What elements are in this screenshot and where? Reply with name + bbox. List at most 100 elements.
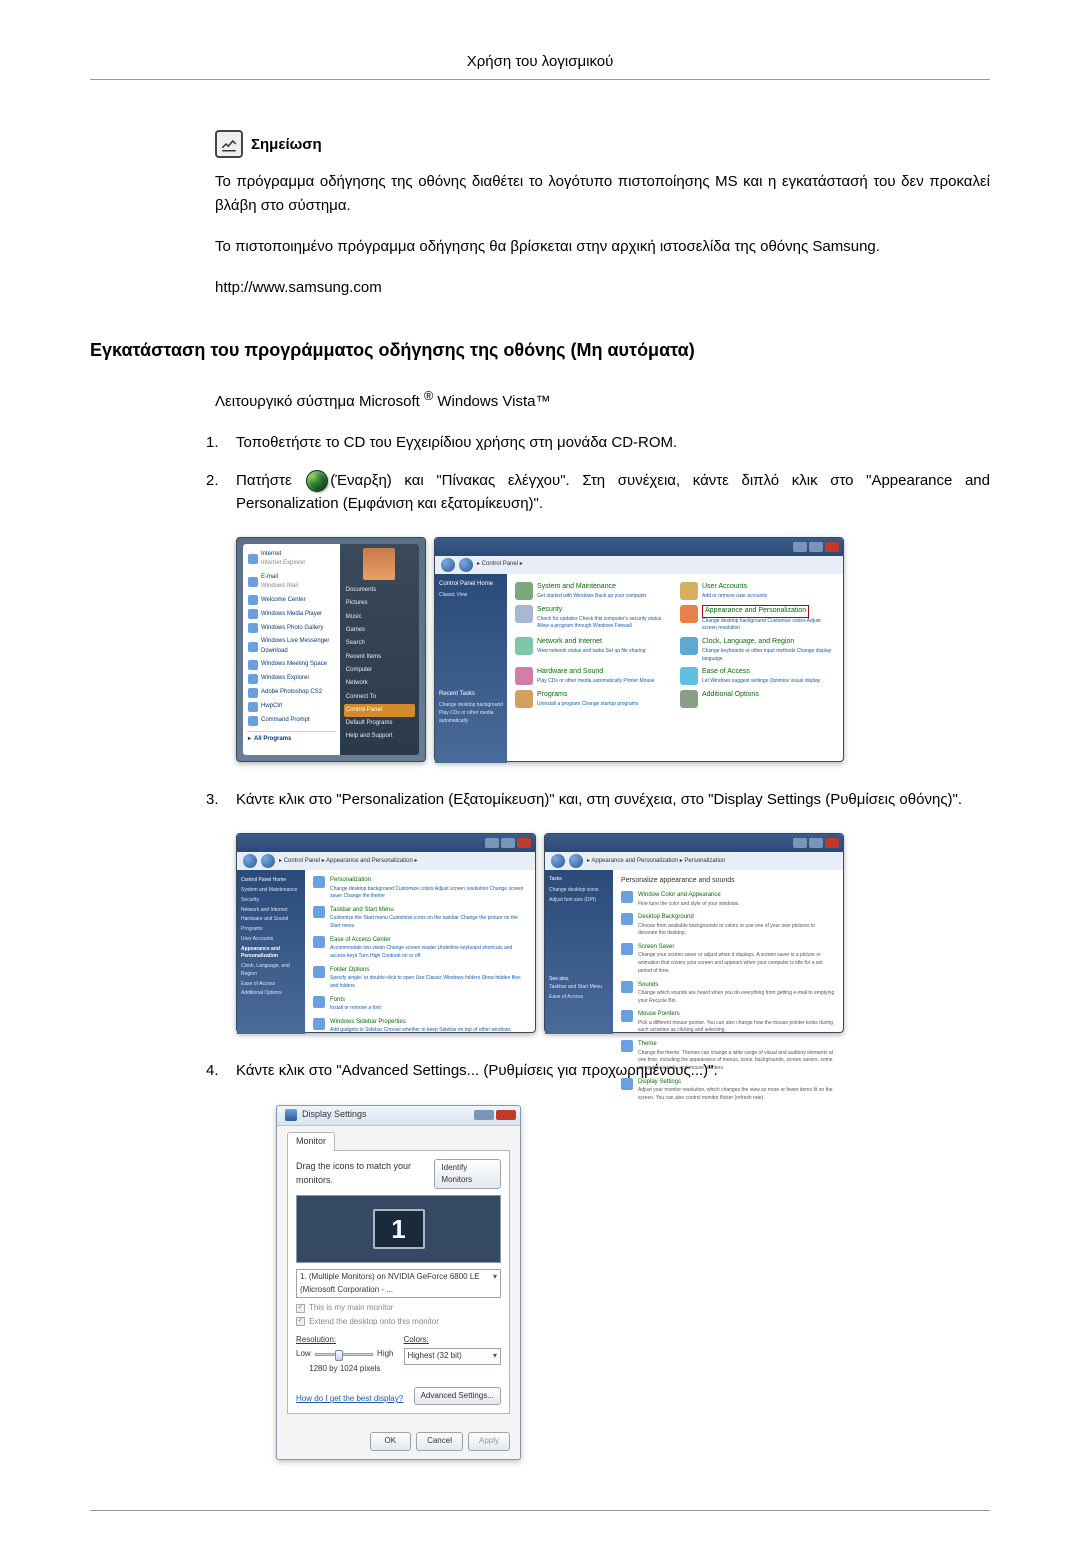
start-menu-right-item[interactable]: Documents	[344, 584, 415, 597]
see-also-link[interactable]: Taskbar and Start Menu	[549, 983, 609, 993]
start-menu-right-item[interactable]: Connect To	[344, 691, 415, 704]
forward-icon[interactable]	[261, 854, 275, 868]
close-button[interactable]	[517, 838, 531, 848]
start-menu-item[interactable]: Windows Meeting Space	[247, 658, 336, 672]
sidebar-link[interactable]: System and Maintenance	[241, 886, 301, 896]
sidebar-link[interactable]: User Accounts	[241, 935, 301, 945]
help-link[interactable]: How do I get the best display?	[296, 1393, 403, 1405]
start-menu-right-item[interactable]: Search	[344, 637, 415, 650]
start-menu-item[interactable]: Command Prompt	[247, 714, 336, 728]
resolution-slider[interactable]: Low High	[296, 1348, 394, 1360]
personalize-item[interactable]: Window Color and AppearanceFine tune the…	[621, 891, 835, 908]
address-bar[interactable]: ▸ Control Panel ▸ Appearance and Persona…	[237, 852, 535, 870]
sidebar-link[interactable]: Programs	[241, 925, 301, 935]
start-menu-item[interactable]: E-mailWindows Mail	[247, 571, 336, 594]
forward-icon[interactable]	[569, 854, 583, 868]
task-link[interactable]: Adjust font size (DPI)	[549, 896, 609, 906]
cp-category[interactable]: Network and InternetView network status …	[515, 637, 670, 663]
sidebar-link[interactable]: Ease of Access	[241, 980, 301, 990]
pers-category[interactable]: Ease of Access CenterAccommodate low vis…	[313, 936, 527, 961]
maximize-button[interactable]	[501, 838, 515, 848]
monitor-icon[interactable]: 1	[373, 1209, 425, 1249]
cp-category[interactable]: Hardware and SoundPlay CDs or other medi…	[515, 667, 670, 686]
start-menu-item[interactable]: Windows Media Player	[247, 607, 336, 621]
sidebar-link[interactable]: Control Panel Home	[241, 876, 301, 886]
personalize-item[interactable]: Mouse PointersPick a different mouse poi…	[621, 1010, 835, 1035]
category-icon	[313, 906, 325, 918]
recent-task-link[interactable]: Play CDs or other media automatically	[439, 710, 503, 726]
advanced-settings-button[interactable]: Advanced Settings...	[414, 1387, 501, 1405]
close-button[interactable]	[496, 1110, 516, 1120]
sidebar-link[interactable]: Additional Options	[241, 989, 301, 999]
slider-thumb[interactable]	[335, 1350, 343, 1361]
apply-button[interactable]: Apply	[468, 1432, 510, 1450]
monitor-select[interactable]: 1. (Multiple Monitors) on NVIDIA GeForce…	[296, 1269, 501, 1298]
maximize-button[interactable]	[809, 542, 823, 552]
personalize-item[interactable]: Desktop BackgroundChoose from available …	[621, 913, 835, 938]
note-heading-row: Σημείωση	[215, 130, 990, 158]
cp-category[interactable]: SecurityCheck for updates Check this com…	[515, 605, 670, 633]
minimize-button[interactable]	[485, 838, 499, 848]
forward-icon[interactable]	[459, 558, 473, 572]
back-icon[interactable]	[551, 854, 565, 868]
pers-category[interactable]: FontsInstall or remove a font	[313, 996, 527, 1013]
back-icon[interactable]	[441, 558, 455, 572]
cp-category[interactable]: Ease of AccessLet Windows suggest settin…	[680, 667, 835, 686]
sidebar-link[interactable]: Network and Internet	[241, 906, 301, 916]
minimize-button[interactable]	[793, 542, 807, 552]
sidebar-link[interactable]: Security	[241, 896, 301, 906]
step-3-num: 3.	[206, 788, 236, 811]
start-menu-item[interactable]: Adobe Photoshop CS2	[247, 686, 336, 700]
cp-category[interactable]: Clock, Language, and RegionChange keyboa…	[680, 637, 835, 663]
pers-category[interactable]: Taskbar and Start MenuCustomize the Star…	[313, 906, 527, 931]
back-icon[interactable]	[243, 854, 257, 868]
sidebar-link[interactable]: Clock, Language, and Region	[241, 962, 301, 980]
minimize-button[interactable]	[474, 1110, 494, 1120]
see-also-link[interactable]: Ease of Access	[549, 993, 609, 1003]
cancel-button[interactable]: Cancel	[416, 1432, 463, 1450]
sidebar-link[interactable]: Appearance and Personalization	[241, 945, 301, 963]
monitor-tab[interactable]: Monitor	[287, 1132, 335, 1151]
colors-select[interactable]: Highest (32 bit)	[404, 1348, 502, 1364]
classic-view-link[interactable]: Classic View	[439, 592, 503, 600]
category-icon	[680, 690, 698, 708]
start-menu-right-item[interactable]: Default Programs	[344, 717, 415, 730]
cp-category[interactable]: System and MaintenanceGet started with W…	[515, 582, 670, 601]
start-menu-item[interactable]: Windows Live Messenger Download	[247, 635, 336, 658]
start-menu-item[interactable]: InternetInternet Explorer	[247, 548, 336, 571]
all-programs[interactable]: ▸All Programs	[247, 731, 336, 746]
personalize-item[interactable]: SoundsChange which sounds are heard when…	[621, 981, 835, 1006]
close-button[interactable]	[825, 542, 839, 552]
maximize-button[interactable]	[809, 838, 823, 848]
start-menu-right-item[interactable]: Network	[344, 677, 415, 690]
start-menu-right-item[interactable]: Help and Support	[344, 730, 415, 743]
start-menu-right-item[interactable]: Recent Items	[344, 651, 415, 664]
start-menu-item[interactable]: HwpCtrl	[247, 700, 336, 714]
cp-category[interactable]: User AccountsAdd or remove user accounts	[680, 582, 835, 601]
cp-category[interactable]: Additional Options	[680, 690, 835, 709]
recent-task-link[interactable]: Change desktop background	[439, 702, 503, 710]
close-button[interactable]	[825, 838, 839, 848]
address-bar[interactable]: ▸ Appearance and Personalization ▸ Perso…	[545, 852, 843, 870]
pers-category[interactable]: PersonalizationChange desktop background…	[313, 876, 527, 901]
sidebar-link[interactable]: Hardware and Sound	[241, 915, 301, 925]
minimize-button[interactable]	[793, 838, 807, 848]
ok-button[interactable]: OK	[370, 1432, 412, 1450]
identify-monitors-button[interactable]: Identify Monitors	[434, 1159, 501, 1190]
pers-category[interactable]: Folder OptionsSpecify single- or double-…	[313, 966, 527, 991]
personalize-item[interactable]: Screen SaverChange your screen saver or …	[621, 943, 835, 976]
pers-category[interactable]: Windows Sidebar PropertiesAdd gadgets to…	[313, 1018, 527, 1035]
start-menu-item[interactable]: Windows Explorer	[247, 672, 336, 686]
start-menu-item[interactable]: Welcome Center	[247, 593, 336, 607]
start-menu-right-item[interactable]: Control Panel	[344, 704, 415, 717]
start-menu-item[interactable]: Windows Photo Gallery	[247, 621, 336, 635]
task-link[interactable]: Change desktop icons	[549, 886, 609, 896]
cp-category[interactable]: ProgramsUninstall a program Change start…	[515, 690, 670, 709]
start-menu-right-item[interactable]: Pictures	[344, 597, 415, 610]
address-bar[interactable]: ▸ Control Panel ▸	[435, 556, 843, 574]
start-menu-screenshot: InternetInternet ExplorerE-mailWindows M…	[236, 537, 426, 762]
cp-category[interactable]: Appearance and PersonalizationChange des…	[680, 605, 835, 633]
start-menu-right-item[interactable]: Computer	[344, 664, 415, 677]
start-menu-right-item[interactable]: Music	[344, 611, 415, 624]
start-menu-right-item[interactable]: Games	[344, 624, 415, 637]
